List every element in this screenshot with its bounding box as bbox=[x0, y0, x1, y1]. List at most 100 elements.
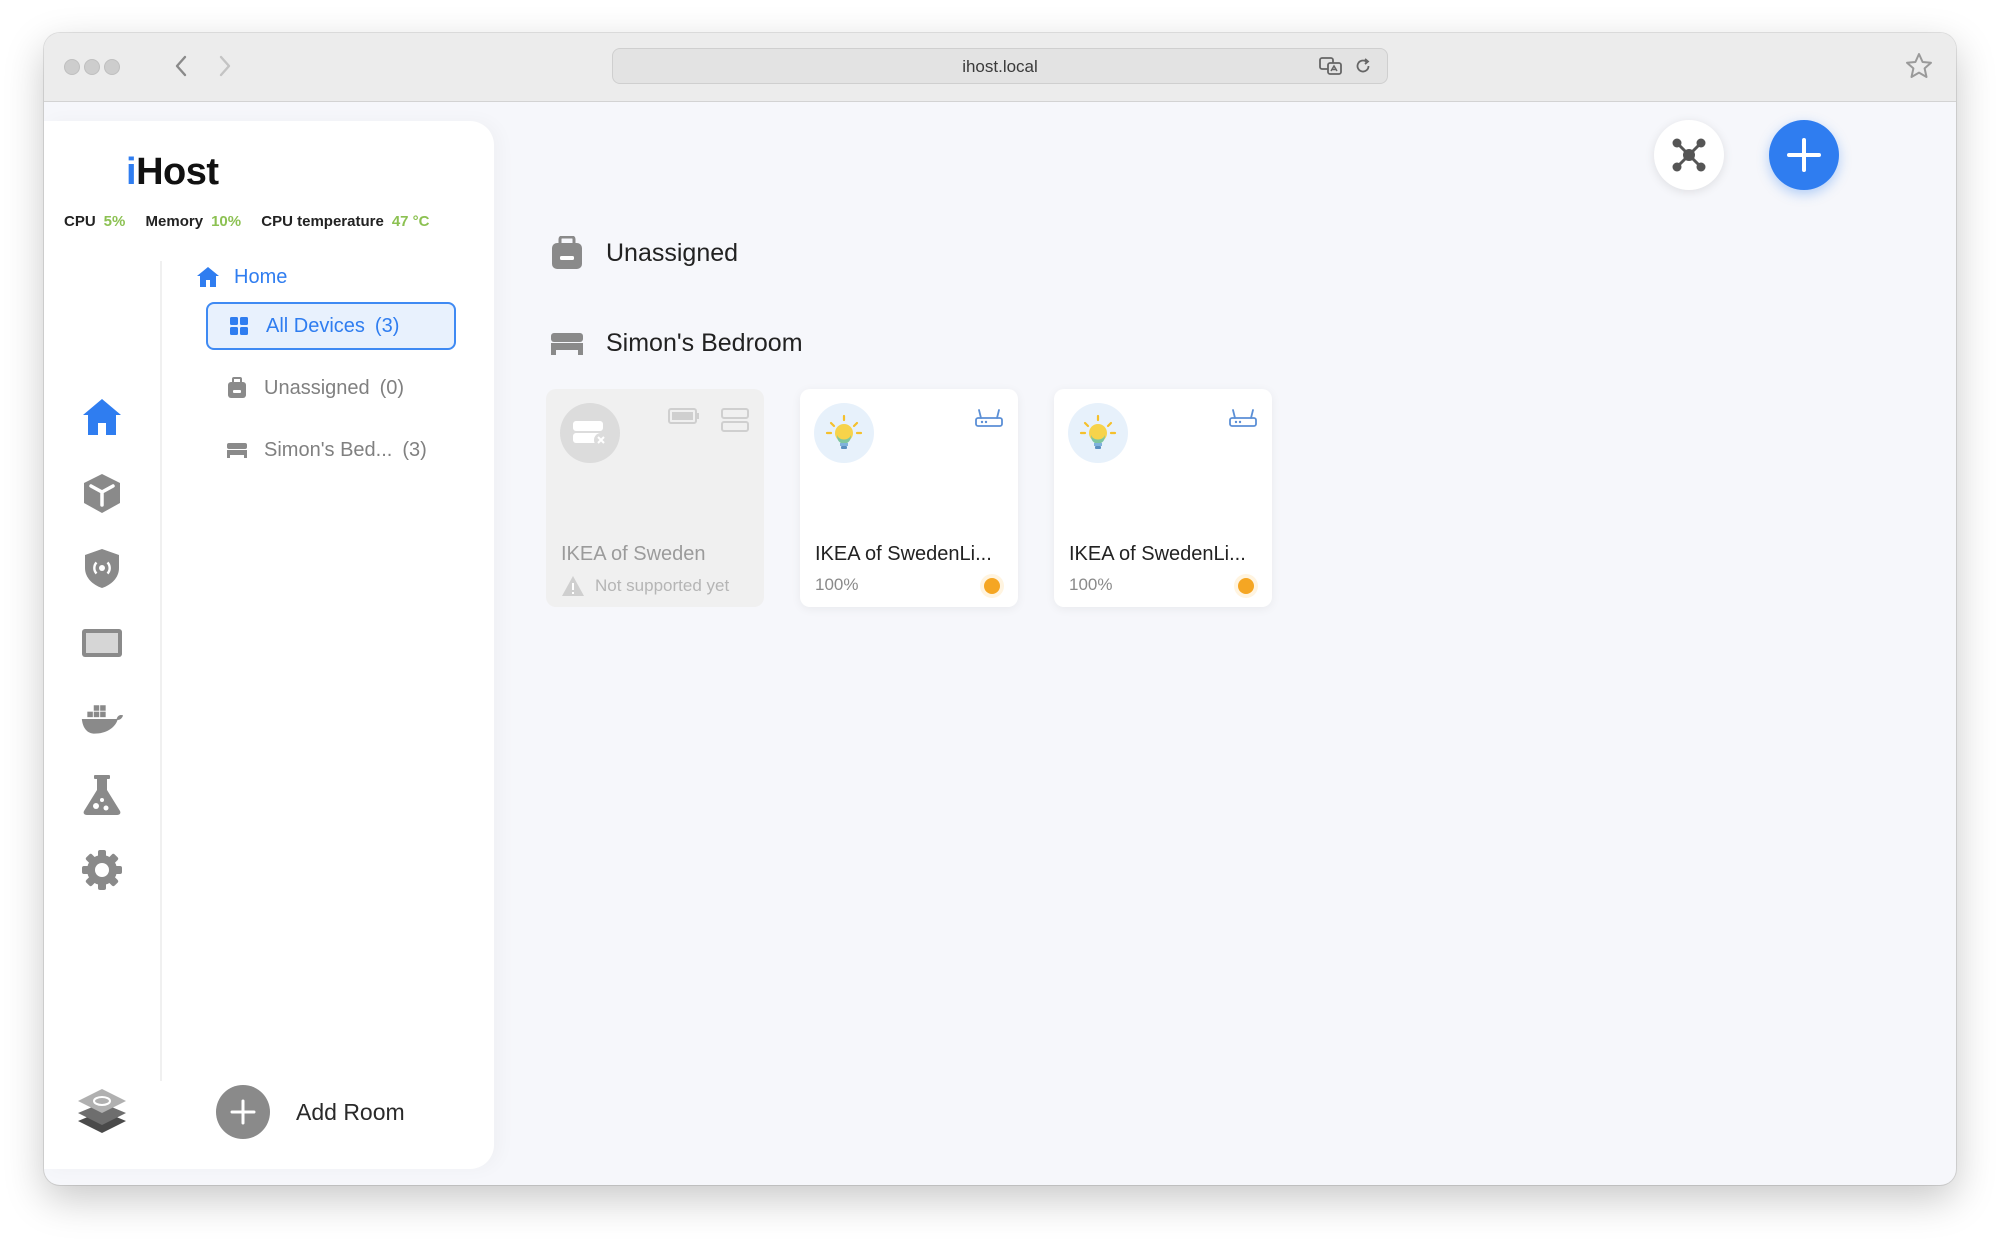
device-status: 100% bbox=[815, 575, 858, 595]
room-all-devices[interactable]: All Devices (3) bbox=[206, 302, 456, 350]
device-avatar bbox=[1068, 403, 1128, 463]
browser-toolbar: ihost.local bbox=[44, 33, 1956, 102]
memory-value: 10% bbox=[211, 213, 242, 230]
cpu-value: 5% bbox=[103, 213, 126, 230]
plus-icon bbox=[230, 1099, 256, 1125]
window-zoom-button[interactable] bbox=[104, 59, 120, 75]
room-simons-bedroom[interactable]: Simon's Bed... (3) bbox=[206, 426, 456, 474]
nav-settings[interactable] bbox=[80, 848, 124, 892]
address-bar[interactable]: ihost.local bbox=[612, 48, 1388, 84]
room-label: Simon's Bed... bbox=[264, 438, 393, 461]
device-status-text: 100% bbox=[1069, 575, 1113, 594]
add-room-button[interactable]: Add Room bbox=[216, 1085, 405, 1139]
bed-icon bbox=[227, 443, 247, 458]
hub-unsupported-icon bbox=[573, 421, 608, 447]
room-unassigned[interactable]: Unassigned (0) bbox=[206, 364, 456, 412]
section-title: Simon's Bedroom bbox=[606, 328, 803, 357]
bookmark-star-icon[interactable] bbox=[1904, 51, 1934, 81]
add-device-button[interactable] bbox=[1769, 120, 1839, 190]
reload-icon[interactable] bbox=[1353, 56, 1373, 76]
icon-rail bbox=[44, 251, 156, 1151]
device-avatar bbox=[560, 403, 620, 463]
nav-home[interactable] bbox=[80, 395, 124, 439]
logo-letter-i: i bbox=[126, 151, 137, 193]
layers-icon[interactable] bbox=[74, 1081, 130, 1137]
sidebar-panel: iHost CPU 5% Memory 10% CPU temperature 47 … bbox=[44, 121, 494, 1169]
bed-icon bbox=[551, 333, 583, 355]
back-button[interactable] bbox=[166, 51, 196, 81]
nav-labs[interactable] bbox=[80, 773, 124, 817]
light-bulb-icon bbox=[1079, 414, 1117, 449]
nav-devices[interactable] bbox=[80, 471, 124, 515]
window-minimize-button[interactable] bbox=[84, 59, 100, 75]
home-small-icon bbox=[197, 267, 219, 287]
tablet-icon bbox=[82, 629, 122, 657]
battery-icon bbox=[668, 408, 699, 424]
gear-icon bbox=[82, 850, 122, 890]
box-icon bbox=[228, 377, 246, 398]
device-name: IKEA of Sweden bbox=[561, 543, 706, 565]
rail-divider bbox=[160, 261, 162, 1081]
device-status-text: 100% bbox=[815, 575, 859, 594]
nav-security[interactable] bbox=[80, 546, 124, 590]
router-icon-wrap bbox=[974, 407, 1004, 429]
system-stats: CPU 5% Memory 10% CPU temperature 47 °C bbox=[64, 213, 430, 230]
server-icon bbox=[721, 408, 749, 432]
room-count: (3) bbox=[402, 438, 427, 461]
room-label: Unassigned bbox=[264, 376, 370, 399]
forward-button[interactable] bbox=[210, 51, 240, 81]
router-icon-wrap bbox=[1228, 407, 1258, 429]
add-room-label: Add Room bbox=[296, 1098, 405, 1125]
add-room-circle bbox=[216, 1085, 270, 1139]
section-title: Unassigned bbox=[606, 238, 739, 267]
docker-icon bbox=[81, 705, 124, 734]
tree-home[interactable]: Home bbox=[196, 261, 287, 293]
logo-text: Host bbox=[136, 151, 219, 193]
device-state-dot[interactable] bbox=[1234, 574, 1258, 598]
server-icon-wrap bbox=[720, 407, 750, 433]
router-icon bbox=[1229, 409, 1257, 427]
chevron-left-icon bbox=[175, 55, 187, 77]
network-topology-icon bbox=[1672, 138, 1706, 172]
nav-display[interactable] bbox=[80, 621, 124, 665]
light-bulb-icon bbox=[825, 414, 863, 449]
device-card[interactable]: IKEA of SwedenLi... 100% bbox=[800, 389, 1018, 607]
window-close-button[interactable] bbox=[64, 59, 80, 75]
device-name: IKEA of SwedenLi... bbox=[1069, 543, 1246, 565]
browser-window: ihost.local iHost CPU 5% Memory 10% CPU te… bbox=[44, 33, 1956, 1185]
battery-icon-wrap bbox=[668, 407, 700, 425]
device-status-text: Not supported yet bbox=[595, 576, 730, 595]
grid-icon bbox=[230, 317, 248, 335]
device-avatar bbox=[814, 403, 874, 463]
device-status: Not supported yet bbox=[561, 575, 729, 597]
home-label: Home bbox=[234, 265, 288, 288]
nav-docker[interactable] bbox=[80, 697, 124, 741]
app-logo: iHost bbox=[126, 151, 219, 194]
device-status: 100% bbox=[1069, 575, 1112, 595]
room-count: (3) bbox=[374, 314, 400, 337]
translate-icon[interactable] bbox=[1319, 56, 1343, 76]
device-state-dot[interactable] bbox=[980, 574, 1004, 598]
device-card[interactable]: IKEA of SwedenLi... 100% bbox=[1054, 389, 1272, 607]
room-count: (0) bbox=[379, 376, 405, 399]
chevron-right-icon bbox=[219, 55, 231, 77]
cpu-temp-value: 47 °C bbox=[391, 213, 430, 230]
device-name: IKEA of SwedenLi... bbox=[815, 543, 992, 565]
cpu-temp-label: CPU temperature bbox=[261, 213, 384, 230]
cpu-label: CPU bbox=[64, 213, 96, 230]
topology-button[interactable] bbox=[1654, 120, 1724, 190]
room-label: All Devices bbox=[266, 314, 365, 337]
router-icon bbox=[975, 409, 1003, 427]
flask-icon bbox=[83, 775, 121, 815]
shield-signal-icon bbox=[85, 549, 119, 588]
plus-icon bbox=[1787, 138, 1821, 172]
box-icon bbox=[552, 236, 582, 269]
url-text: ihost.local bbox=[962, 57, 1038, 76]
warning-icon bbox=[562, 576, 584, 596]
home-icon bbox=[83, 399, 121, 435]
section-unassigned: Unassigned bbox=[550, 236, 738, 270]
device-card[interactable]: IKEA of Sweden Not supported yet bbox=[546, 389, 764, 607]
memory-label: Memory bbox=[145, 213, 204, 230]
section-simons-bedroom: Simon's Bedroom bbox=[550, 326, 803, 360]
cube-icon bbox=[84, 474, 120, 513]
